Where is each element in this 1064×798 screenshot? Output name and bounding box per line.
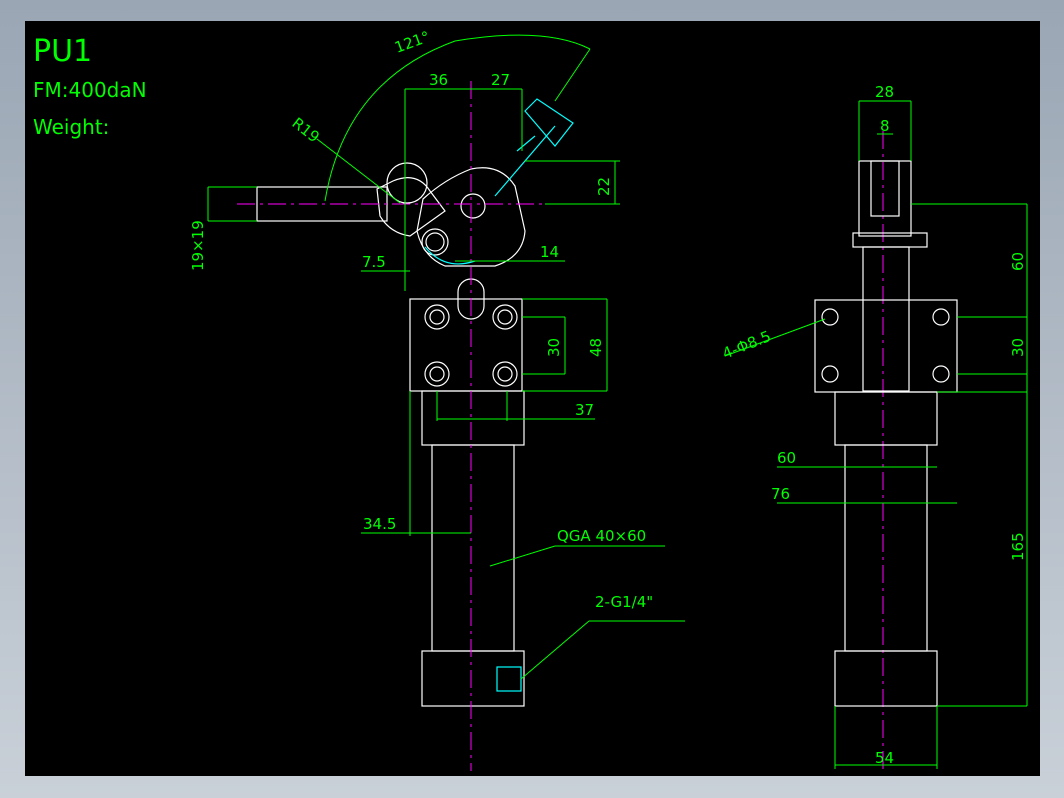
link-pin (425, 232, 445, 252)
dim-22: 22 (595, 177, 613, 196)
side-stem (862, 246, 910, 392)
dim-r19: R19 (289, 114, 323, 146)
cylinder-label: QGA 40×60 (557, 527, 646, 545)
dim-7-5: 7.5 (362, 253, 386, 271)
mounting-block (409, 298, 523, 392)
clevis (858, 160, 912, 237)
port-label: 2-G1/4" (595, 593, 653, 611)
force-label: FM:400daN (33, 78, 147, 102)
dim-34-5: 34.5 (363, 515, 396, 533)
side-cylinder-cap (834, 391, 938, 446)
dim-76: 76 (771, 485, 790, 503)
side-cylinder-barrel (844, 444, 928, 652)
pivot-pin (460, 193, 486, 219)
dim-48: 48 (587, 338, 605, 357)
dim-30-front: 30 (545, 338, 563, 357)
cad-drawing: PU1 FM:400daN Weight: 121° R19 36 27 22 … (33, 27, 1028, 771)
dim-37: 37 (575, 401, 594, 419)
dim-28: 28 (875, 83, 894, 101)
dim-angle: 121° (392, 27, 432, 56)
hidden-lines (424, 98, 574, 692)
side-view (814, 160, 958, 707)
dim-8: 8 (880, 117, 890, 135)
centerlines (237, 81, 884, 771)
weight-label: Weight: (33, 115, 109, 139)
dim-60-side: 60 (1009, 252, 1027, 271)
cylinder-barrel (431, 444, 515, 652)
dim-14: 14 (540, 243, 559, 261)
clevis-inner (870, 160, 900, 217)
cylinder-base (421, 650, 525, 707)
front-view (256, 162, 526, 707)
dim-27: 27 (491, 71, 510, 89)
cross-pin (852, 232, 928, 248)
dim-19x19: 19×19 (189, 220, 207, 271)
dim-54: 54 (875, 749, 894, 767)
part-title: PU1 (33, 34, 92, 69)
air-port (496, 666, 522, 692)
dimension-lines (207, 34, 1028, 769)
holes-label: 4-Φ8.5 (720, 327, 774, 363)
side-cylinder-base (834, 650, 938, 707)
cad-viewport[interactable]: PU1 FM:400daN Weight: 121° R19 36 27 22 … (25, 21, 1040, 776)
dim-36: 36 (429, 71, 448, 89)
side-bolt-holes (821, 308, 950, 383)
dim-165: 165 (1009, 532, 1027, 561)
dim-60-base: 60 (777, 449, 796, 467)
dim-30-side: 30 (1009, 338, 1027, 357)
